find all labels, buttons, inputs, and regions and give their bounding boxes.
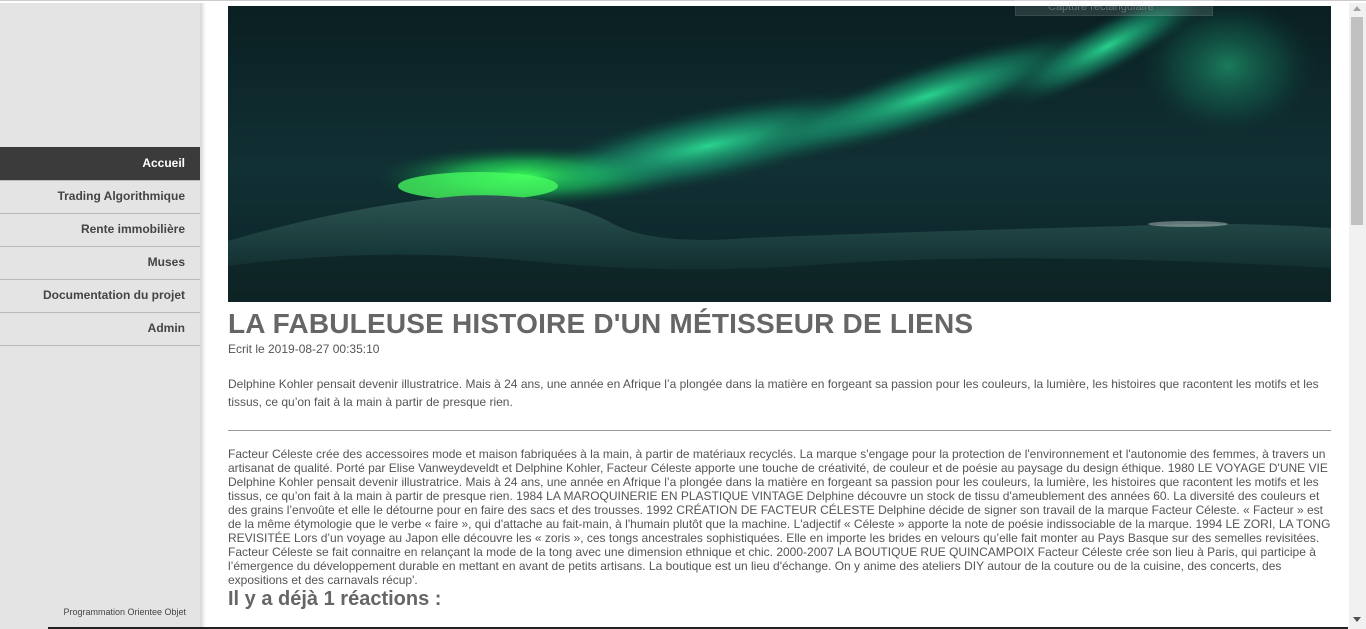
scroll-down-arrow-icon[interactable] [1353, 617, 1361, 622]
scrollbar-thumb[interactable] [1351, 17, 1363, 225]
article-divider [228, 430, 1331, 431]
sidebar-item-rente-immobiliere[interactable]: Rente immobilière [0, 213, 200, 246]
article-date: Ecrit le 2019-08-27 00:35:10 [228, 342, 380, 356]
scroll-up-arrow-icon[interactable] [1353, 6, 1361, 11]
sidebar-footer: Programmation Orientee Objet [63, 607, 186, 617]
sidebar-shadow [200, 3, 206, 629]
capture-overlay-label: Capture rectangulaire [1015, 0, 1213, 16]
vertical-scrollbar[interactable] [1349, 3, 1366, 629]
sidebar-nav: Accueil Trading Algorithmique Rente immo… [0, 147, 200, 346]
sidebar-item-muses[interactable]: Muses [0, 246, 200, 279]
sidebar-item-documentation[interactable]: Documentation du projet [0, 279, 200, 312]
sidebar-item-admin[interactable]: Admin [0, 312, 200, 345]
article-body: Facteur Céleste crée des accessoires mod… [228, 447, 1331, 587]
article-intro: Delphine Kohler pensait devenir illustra… [228, 377, 1319, 409]
sidebar-item-accueil[interactable]: Accueil [0, 147, 200, 180]
article-title: LA FABULEUSE HISTOIRE D'UN MÉTISSEUR DE … [228, 308, 974, 339]
hero-image-aurora [228, 6, 1331, 302]
main-content: Capture rectangulaire LA FABULEUSE HISTO… [228, 0, 1331, 611]
reactions-heading: Il y a déjà 1 réactions : [228, 588, 442, 610]
sidebar-item-trading-algorithmique[interactable]: Trading Algorithmique [0, 180, 200, 213]
